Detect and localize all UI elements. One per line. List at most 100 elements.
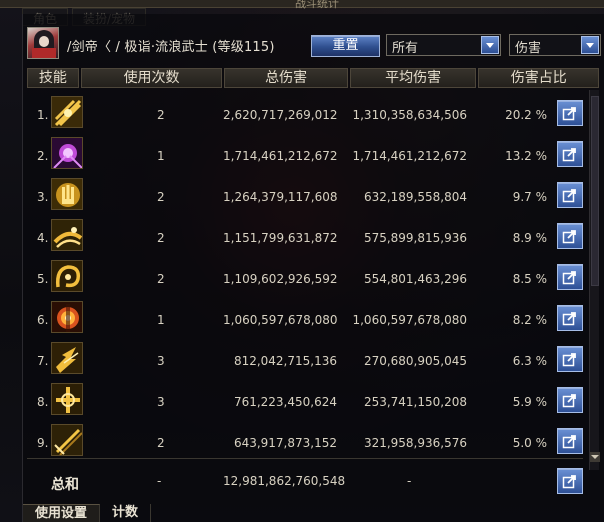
table-row: 8. 3 761,223,450,624 253,741,150,208 5.9 % [27,377,595,418]
share-button[interactable] [557,182,583,208]
skill-golden-blade-icon [51,424,83,456]
tab-usage-settings[interactable]: 使用设置 [23,504,101,522]
table-divider [27,458,583,459]
damage-ratio-cell: 20.2 % [505,108,547,122]
chevron-down-icon[interactable] [481,36,499,54]
table-row: 5. 2 1,109,602,926,592 554,801,463,296 8.5 % [27,254,595,295]
window-title: 战斗统计 [295,0,339,10]
skill-golden-cross-icon [51,383,83,415]
average-damage-cell: 1,060,597,678,080 [352,313,467,327]
column-header-damage-ratio[interactable]: 伤害占比 [478,68,599,88]
metric-dropdown[interactable]: 伤害 [509,34,601,56]
share-icon [562,271,576,285]
row-index: 9. [37,436,49,450]
damage-ratio-cell: 9.7 % [512,190,547,204]
column-header-average-damage[interactable]: 平均伤害 [349,68,477,88]
share-button[interactable] [557,264,583,290]
skill-golden-strike-icon [51,342,83,374]
row-index: 1. [37,108,49,122]
window-title-bar: 战斗统计 [0,0,604,10]
scrollbar-thumb[interactable] [591,96,599,286]
total-damage-cell: 1,151,799,631,872 [223,231,338,245]
table-row: 6. 1 1,060,597,678,080 1,060,597,678,080 8.2… [27,295,595,336]
average-damage-cell: 554,801,463,296 [363,272,467,286]
damage-ratio-cell: 8.2 % [512,313,547,327]
uses-cell: 2 [157,231,165,245]
total-damage-cell: 761,223,450,624 [233,395,337,409]
table-row: 2. 1 1,714,461,212,672 1,714,461,212,672 13.… [27,131,595,172]
total-label: 总和 [51,477,79,493]
reset-button[interactable]: 重置 [311,35,380,57]
share-icon [562,230,576,244]
share-icon [562,394,576,408]
table-row: 4. 2 1,151,799,631,872 575,899,815,936 8.9 % [27,213,595,254]
scroll-down-arrow-icon[interactable] [590,452,600,462]
damage-ratio-cell: 8.5 % [512,272,547,286]
share-button[interactable] [557,100,583,126]
row-index: 5. [37,272,49,286]
skill-golden-wave-icon [51,219,83,251]
metric-dropdown-value: 伤害 [515,41,542,56]
total-damage-cell: 1,264,379,117,608 [223,190,338,204]
average-damage-cell: 253,741,150,208 [363,395,467,409]
table-row: 9. 2 643,917,873,152 321,958,936,576 5.0 % [27,418,595,459]
average-damage-cell: 1,714,461,212,672 [352,149,467,163]
tab-counter[interactable]: 计数 [100,504,152,522]
skill-golden-slash-icon [51,96,83,128]
share-icon [562,148,576,162]
share-button[interactable] [557,346,583,372]
filter-dropdown-value: 所有 [392,41,419,56]
total-damage-cell: 812,042,715,136 [233,354,337,368]
uses-cell: 3 [157,395,165,409]
total-damage-cell: 2,620,717,269,012 [223,108,338,122]
share-icon [562,189,576,203]
uses-cell: 2 [157,436,165,450]
skill-fire-orb-icon [51,301,83,333]
share-button[interactable] [557,223,583,249]
share-button[interactable] [557,387,583,413]
row-index: 7. [37,354,49,368]
table-header: 技能 使用次数 总伤害 平均伤害 伤害占比 [27,68,599,88]
damage-ratio-cell: 8.9 % [512,231,547,245]
damage-ratio-cell: 5.0 % [512,436,547,450]
share-icon [562,312,576,326]
total-damage-cell: 1,109,602,926,592 [223,272,338,286]
average-damage-cell: 632,189,558,804 [363,190,467,204]
damage-ratio-cell: 13.2 % [505,149,547,163]
column-header-total-damage[interactable]: 总伤害 [224,68,348,88]
total-average-damage: - [407,474,412,488]
row-index: 6. [37,313,49,327]
average-damage-cell: 270,680,905,045 [363,354,467,368]
skill-golden-palm-icon [51,178,83,210]
share-button[interactable] [557,305,583,331]
row-index: 8. [37,395,49,409]
average-damage-cell: 1,310,358,634,506 [352,108,467,122]
column-header-skill[interactable]: 技能 [27,68,79,88]
share-button[interactable] [557,141,583,167]
damage-ratio-cell: 6.3 % [512,354,547,368]
share-icon [562,435,576,449]
skill-golden-swirl-icon [51,260,83,292]
character-title: /剑帝〈 / 极诣·流浪武士 (等级115) [67,40,275,55]
skill-purple-burst-icon [51,137,83,169]
uses-cell: 2 [157,108,165,122]
average-damage-cell: 321,958,936,576 [363,436,467,450]
row-index: 2. [37,149,49,163]
uses-cell: 3 [157,354,165,368]
chevron-down-icon[interactable] [581,36,599,54]
skill-table-body: 1. 2 2,620,717,269,012 1,310,358,634,506 20.… [27,90,595,459]
uses-cell: 1 [157,313,165,327]
share-button[interactable] [557,428,583,454]
share-icon [562,475,576,489]
uses-cell: 1 [157,149,165,163]
table-row: 7. 3 812,042,715,136 270,680,905,045 6.3 % [27,336,595,377]
total-uses: - [157,474,162,488]
share-icon [562,353,576,367]
table-scrollbar[interactable] [589,90,600,470]
damage-statistics-panel: /剑帝〈 / 极诣·流浪武士 (等级115) 重置 所有 伤害 技能 使用次数 … [22,14,604,522]
filter-dropdown[interactable]: 所有 [386,34,501,56]
share-button[interactable] [557,468,583,494]
table-row: 3. 2 1,264,379,117,608 632,189,558,804 9.7 % [27,172,595,213]
column-header-uses[interactable]: 使用次数 [80,68,223,88]
character-avatar [27,27,59,59]
